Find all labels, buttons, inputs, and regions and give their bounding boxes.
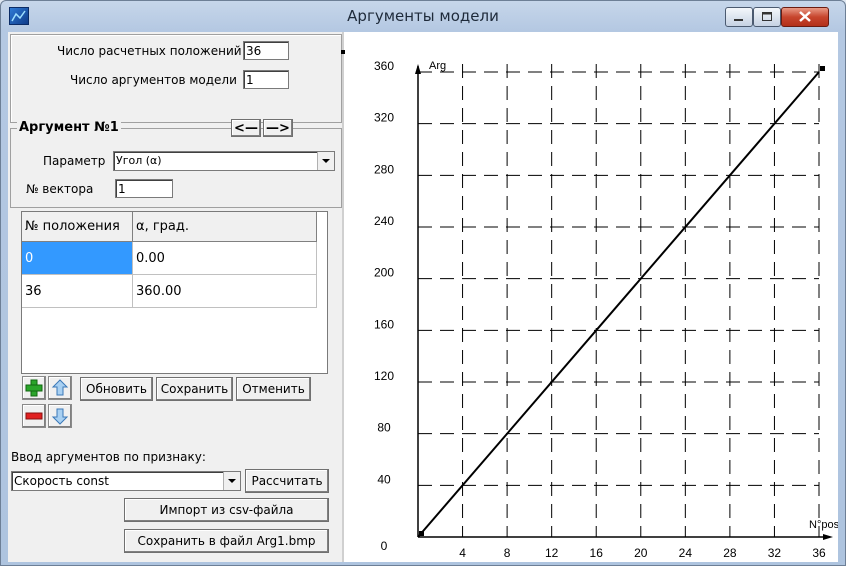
y-axis-label: Arg xyxy=(429,60,446,72)
positions-label: Число расчетных положений xyxy=(57,44,242,58)
argument-group: Аргумент №1 <— —> Параметр Угол (α) № ве… xyxy=(10,119,342,208)
param-select-value: Угол (α) xyxy=(116,154,162,167)
y-tick-label: 320 xyxy=(374,111,394,125)
import-csv-button[interactable]: Импорт из csv-файла xyxy=(124,498,329,522)
table-header-position[interactable]: № положения xyxy=(22,212,133,242)
y-tick-label: 160 xyxy=(374,317,394,331)
prev-argument-button[interactable]: <— xyxy=(231,119,261,137)
y-tick-label: 80 xyxy=(377,421,391,435)
minimize-button[interactable] xyxy=(725,7,753,27)
x-tick-label: 8 xyxy=(504,546,511,560)
y-tick-label: 120 xyxy=(374,369,394,383)
close-button[interactable] xyxy=(781,7,829,27)
x-tick-label: 36 xyxy=(812,546,826,560)
compute-button[interactable]: Рассчитать xyxy=(245,469,329,493)
cancel-button[interactable]: Отменить xyxy=(236,377,311,401)
chevron-down-icon[interactable] xyxy=(223,472,240,490)
arrow-up-icon xyxy=(51,379,69,396)
y-tick-label: 200 xyxy=(374,266,394,280)
args-count-label: Число аргументов модели xyxy=(70,73,237,87)
move-up-button[interactable] xyxy=(48,376,72,400)
x-tick-label: 16 xyxy=(590,546,604,560)
x-tick-label: 24 xyxy=(679,546,693,560)
positions-input[interactable]: 36 xyxy=(243,41,289,60)
refresh-button[interactable]: Обновить xyxy=(80,377,153,401)
save-button[interactable]: Сохранить xyxy=(156,377,233,401)
argument-title: Аргумент №1 xyxy=(17,120,121,135)
add-row-button[interactable] xyxy=(22,376,46,400)
table-header-alpha[interactable]: α, град. xyxy=(133,212,317,242)
param-select[interactable]: Угол (α) xyxy=(113,151,335,171)
vector-input[interactable]: 1 xyxy=(115,179,173,198)
delete-row-button[interactable] xyxy=(22,404,46,428)
x-axis-arrow xyxy=(823,534,833,540)
feature-select[interactable]: Скорость const xyxy=(11,471,241,491)
table-cell[interactable]: 0.00 xyxy=(133,242,317,275)
chevron-down-icon[interactable] xyxy=(317,152,334,170)
minimize-icon xyxy=(734,19,743,21)
client-area: Число расчетных положений 36 Число аргум… xyxy=(8,32,838,562)
y-axis-arrow xyxy=(415,64,421,74)
table-cell[interactable]: 36 xyxy=(22,275,133,308)
x-tick-label: 4 xyxy=(459,546,466,560)
next-argument-button[interactable]: —> xyxy=(263,119,293,137)
minus-icon xyxy=(25,412,43,420)
data-point xyxy=(820,66,825,71)
vector-label: № вектора xyxy=(26,182,94,196)
chart: 0 40 80 120 160 200 240 280 320 360 4 8 12 16 20 24 28 32… xyxy=(374,59,838,560)
window-title: Аргументы модели xyxy=(347,7,499,25)
close-icon xyxy=(799,11,811,22)
x-tick-label: 32 xyxy=(768,546,782,560)
y-tick-label: 240 xyxy=(374,214,394,228)
args-count-input[interactable]: 1 xyxy=(243,70,289,89)
y-tick-label: 360 xyxy=(374,59,394,73)
arrow-down-icon xyxy=(51,408,69,425)
x-tick-label: 12 xyxy=(545,546,559,560)
window: Аргументы модели Число расчетных положен… xyxy=(0,0,846,566)
table-cell[interactable]: 0 xyxy=(22,242,133,275)
y-tick-label: 40 xyxy=(377,472,391,486)
save-bmp-button[interactable]: Сохранить в файл Arg1.bmp xyxy=(124,529,329,553)
y-tick-label: 0 xyxy=(381,539,388,553)
input-by-feature-label: Ввод аргументов по признаку: xyxy=(11,450,206,464)
maximize-icon xyxy=(762,12,772,21)
move-down-button[interactable] xyxy=(48,404,72,428)
x-axis-label: N°pos xyxy=(809,519,838,531)
param-label: Параметр xyxy=(43,154,106,168)
x-tick-label: 28 xyxy=(723,546,737,560)
x-tick-label: 20 xyxy=(634,546,648,560)
left-panel: Число расчетных положений 36 Число аргум… xyxy=(8,32,342,562)
table-cell[interactable]: 360.00 xyxy=(133,275,317,308)
plus-icon xyxy=(25,379,43,397)
feature-select-value: Скорость const xyxy=(14,474,109,488)
y-tick-label: 280 xyxy=(374,162,394,176)
maximize-button[interactable] xyxy=(753,7,781,27)
arguments-table: № положения α, град. 0 0.00 36 360.00 xyxy=(21,211,328,374)
title-bar[interactable]: Аргументы модели xyxy=(1,1,845,31)
data-point xyxy=(419,531,424,536)
model-settings-panel: Число расчетных положений 36 Число аргум… xyxy=(10,34,342,123)
series-line xyxy=(417,71,820,538)
